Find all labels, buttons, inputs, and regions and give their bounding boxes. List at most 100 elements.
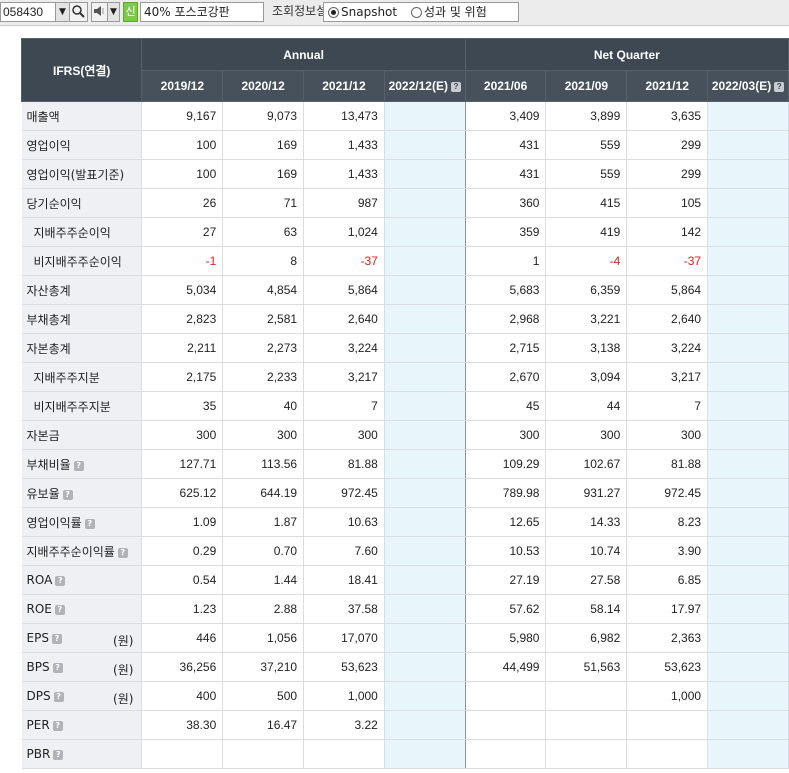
table-cell: [545, 739, 628, 769]
row-label-text: BPS: [26, 660, 50, 674]
table-row: 영업이익 100 169 1,433 431 559 299: [21, 130, 789, 160]
table-row: 자본총계 2,211 2,273 3,224 2,715 3,138 3,224: [21, 333, 789, 363]
table-cell: [707, 710, 789, 740]
help-icon[interactable]: ?: [51, 634, 62, 644]
row-label-text: 부채총계: [26, 312, 71, 327]
help-icon[interactable]: ?: [73, 460, 84, 471]
table-cell: 18.41: [303, 565, 385, 595]
row-label: 영업이익률?: [21, 507, 143, 537]
table-cell: [707, 101, 789, 131]
table-cell: [384, 188, 466, 218]
table-cell: 113.56: [222, 449, 305, 479]
row-label: PBR?: [21, 739, 143, 769]
table-cell: 1.23: [141, 594, 224, 624]
help-icon[interactable]: ?: [450, 82, 461, 92]
table-cell: 127.71: [141, 449, 224, 479]
table-cell: [707, 594, 789, 624]
table-cell: [384, 217, 466, 247]
table-cell: [384, 130, 466, 160]
help-icon[interactable]: ?: [52, 721, 63, 731]
table-cell: 81.88: [626, 449, 709, 479]
row-label: 당기순이익: [21, 188, 143, 218]
table-cell: 2,233: [222, 362, 305, 392]
speaker-icon[interactable]: [91, 2, 108, 22]
table-cell: [707, 304, 789, 334]
period-header: 2019/12: [141, 70, 224, 102]
table-cell: 300: [222, 420, 305, 450]
snapshot-radio-label[interactable]: Snapshot: [341, 5, 397, 19]
period-label: 2021/09: [564, 79, 609, 93]
table-cell: 36,256: [141, 652, 224, 682]
period-label: 2022/03(E): [711, 79, 772, 93]
period-label: 2022/12(E): [388, 79, 448, 93]
table-cell: [707, 246, 789, 276]
help-icon[interactable]: ?: [52, 663, 63, 673]
table-cell: 299: [626, 159, 709, 189]
table-cell: [384, 391, 466, 421]
row-label: 영업이익: [21, 130, 143, 160]
table-cell: 1,024: [303, 217, 385, 247]
row-label: EPS? (원): [21, 623, 143, 653]
table-cell: [384, 362, 466, 392]
row-label-text: 비지배주주지분: [33, 399, 111, 414]
toolbar: 058430 ▼ ▼ 신 40% 포스코강판 조회정보설정 Snapshot 성…: [0, 0, 789, 26]
table-cell: 2,273: [222, 333, 305, 363]
table-cell: [465, 681, 547, 711]
table-cell: -1: [141, 246, 224, 276]
table-cell: 10.53: [465, 536, 547, 566]
period-header: 2021/12: [303, 70, 385, 102]
table-cell: [384, 536, 466, 566]
row-label-text: 당기순이익: [26, 196, 82, 211]
table-cell: [545, 681, 628, 711]
table-cell: [384, 275, 466, 305]
company-name-field[interactable]: 40% 포스코강판: [140, 2, 264, 22]
help-icon[interactable]: ?: [55, 576, 66, 586]
table-cell: 8: [222, 246, 305, 276]
table-cell: 1: [465, 246, 547, 276]
table-cell: 3,899: [545, 101, 628, 131]
risk-radio[interactable]: [410, 7, 422, 18]
row-label: ROE?: [21, 594, 143, 624]
table-cell: [384, 478, 466, 508]
risk-radio-label[interactable]: 성과 및 위험: [424, 5, 487, 19]
row-label: 부채비율?: [21, 449, 143, 479]
table-cell: 625.12: [141, 478, 224, 508]
table-cell: [384, 101, 466, 131]
table-cell: 931.27: [545, 478, 628, 508]
row-label: 유보율?: [21, 478, 143, 508]
table-cell: [707, 420, 789, 450]
help-icon[interactable]: ?: [117, 547, 128, 558]
row-label-text: 지배주주순이익: [33, 225, 111, 240]
table-row: 영업이익(발표기준) 100 169 1,433 431 559 299: [21, 159, 789, 189]
table-row: BPS? (원) 36,256 37,210 53,623 44,499 51,563 53,…: [21, 652, 789, 682]
row-label: 비지배주주지분: [21, 391, 143, 421]
table-cell: 3,224: [303, 333, 385, 363]
stock-code-input[interactable]: 058430: [0, 2, 56, 22]
period-label: 2021/06: [483, 79, 528, 93]
table-cell: [384, 710, 466, 740]
table-cell: 81.88: [303, 449, 385, 479]
table-cell: [384, 449, 466, 479]
speaker-dropdown-icon[interactable]: ▼: [108, 2, 120, 22]
table-cell: [384, 594, 466, 624]
table-cell: 17.97: [626, 594, 709, 624]
period-header: 2021/12: [626, 70, 709, 102]
help-icon[interactable]: ?: [53, 750, 64, 760]
help-icon[interactable]: ?: [774, 82, 785, 92]
search-icon[interactable]: [70, 2, 88, 22]
help-icon[interactable]: ?: [62, 489, 73, 500]
table-cell: 2,363: [626, 623, 709, 653]
help-icon[interactable]: ?: [54, 605, 65, 615]
table-cell: 400: [141, 681, 224, 711]
table-cell: [707, 159, 789, 189]
table-cell: 9,073: [222, 101, 305, 131]
table-cell: [707, 507, 789, 537]
table-cell: 559: [545, 159, 628, 189]
help-icon[interactable]: ?: [53, 692, 64, 702]
snapshot-radio[interactable]: [328, 7, 339, 18]
row-label: 자본총계: [21, 333, 143, 363]
help-icon[interactable]: ?: [84, 518, 95, 529]
stock-code-dropdown-icon[interactable]: ▼: [56, 2, 70, 22]
table-cell: 53,623: [303, 652, 385, 682]
table-cell: 105: [626, 188, 709, 218]
